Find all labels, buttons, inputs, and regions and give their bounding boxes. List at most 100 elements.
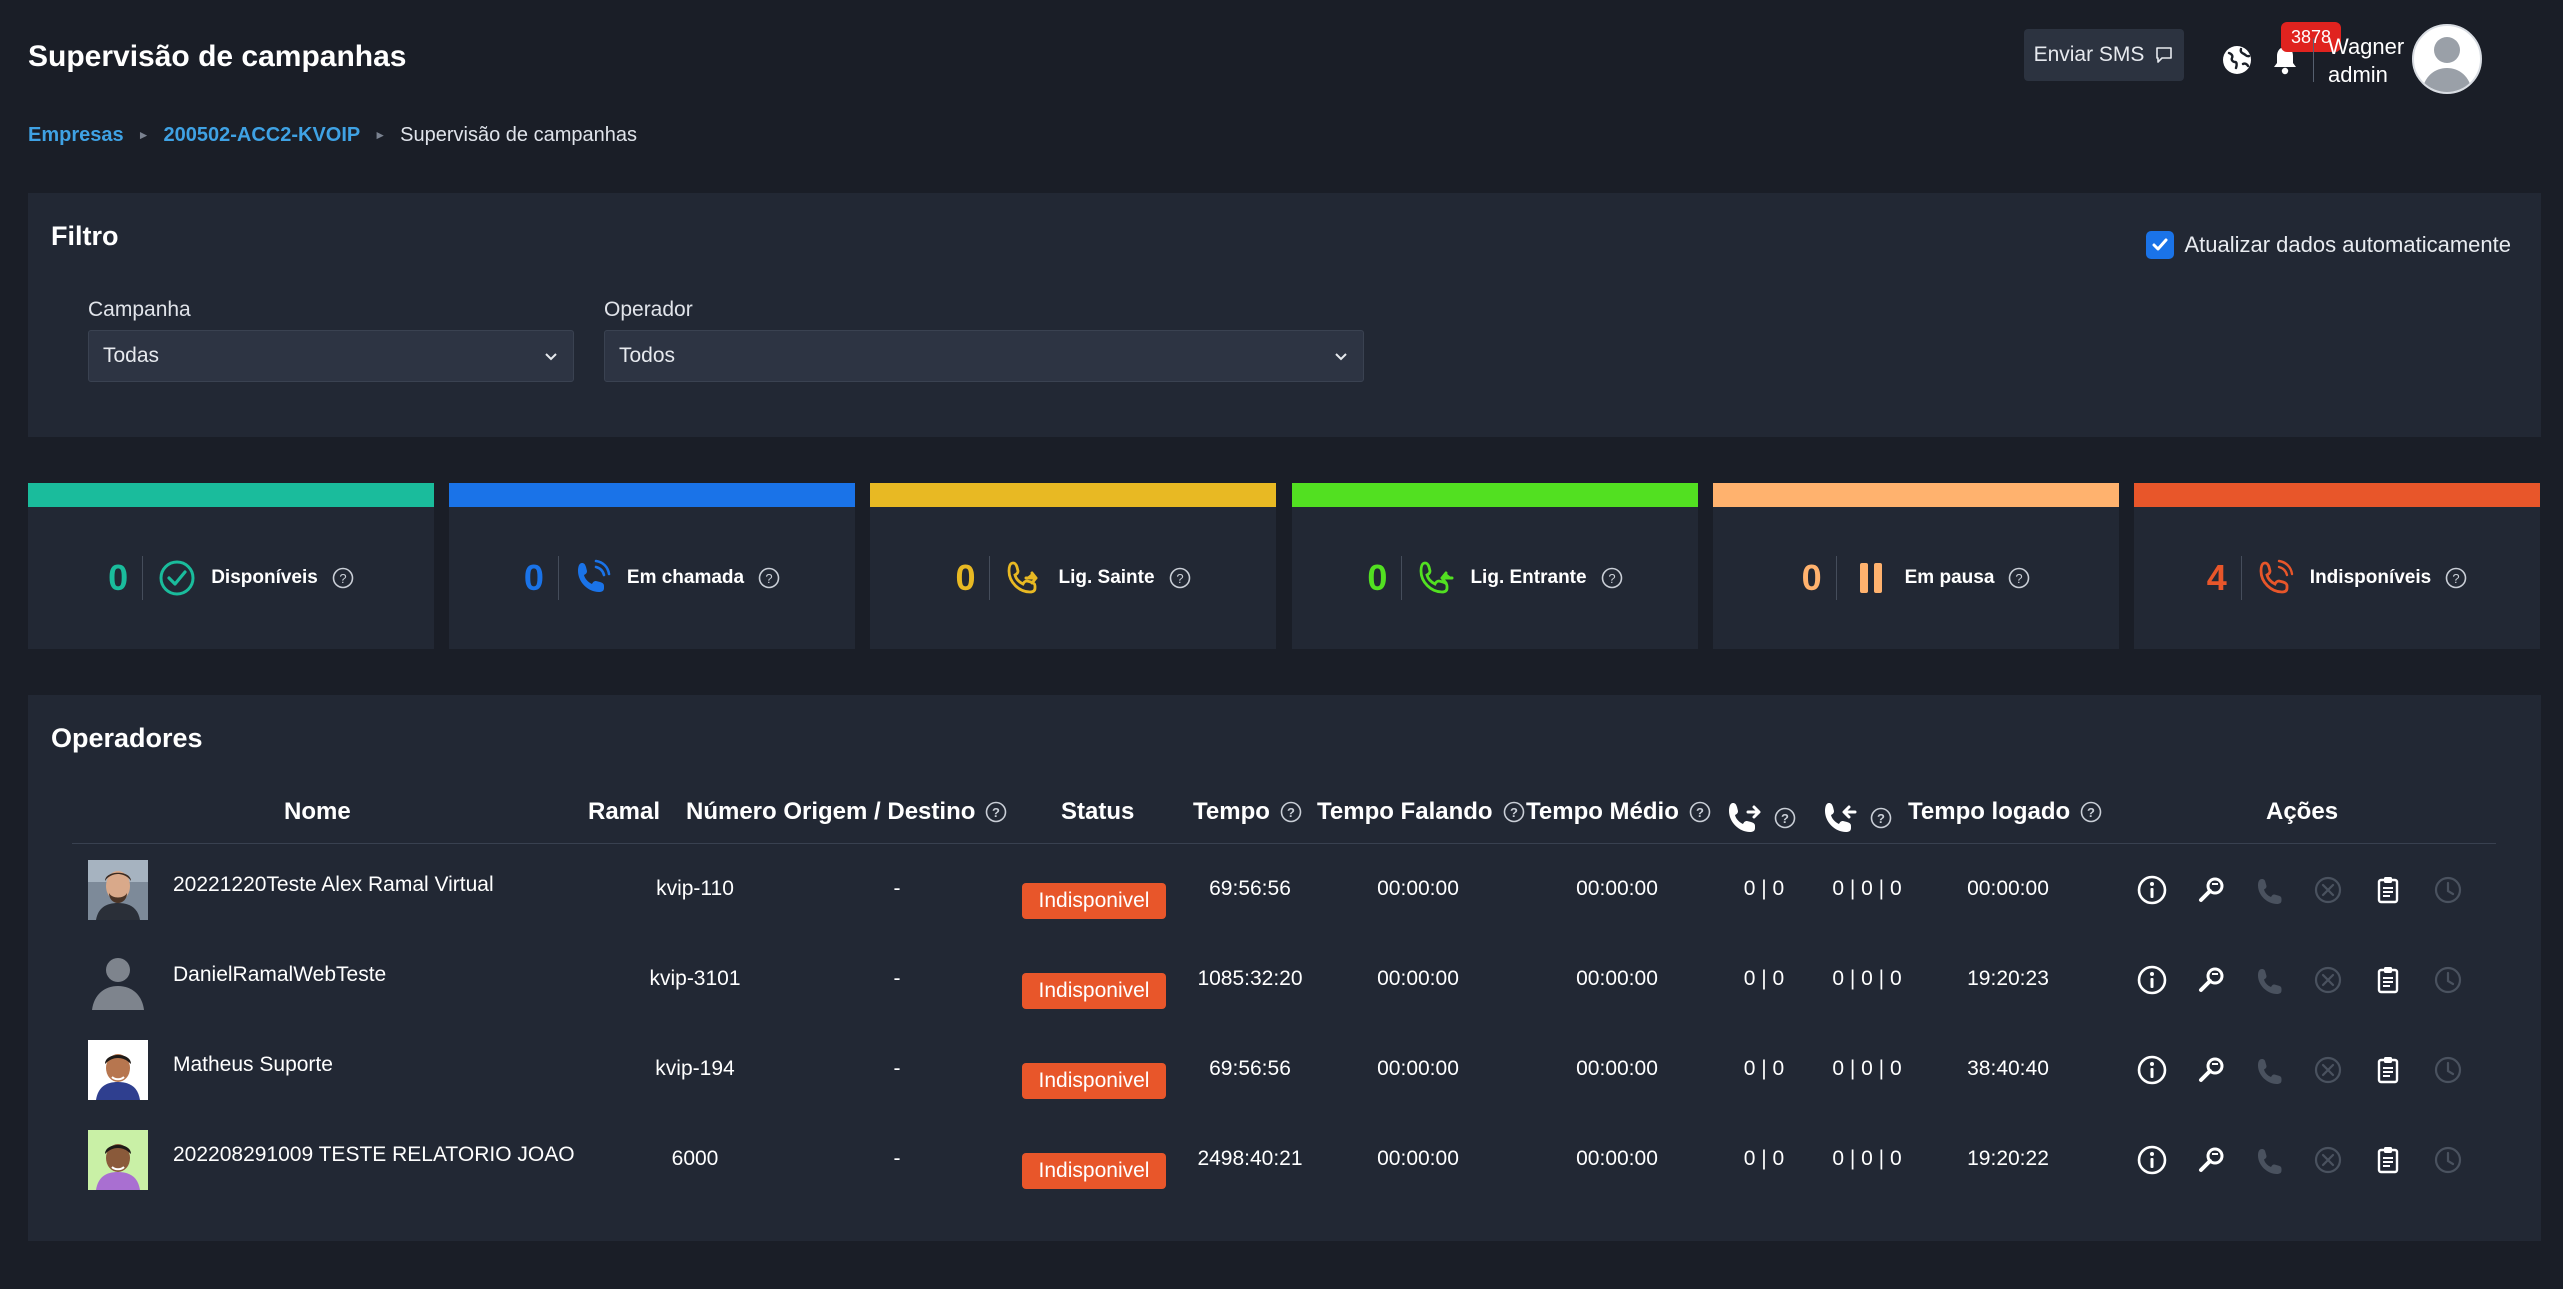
help-icon[interactable]: ? [2008,567,2030,589]
phone-off-icon [2259,559,2293,594]
operator-name: 20221220Teste Alex Ramal Virtual [173,873,494,896]
action-monitor-call-button[interactable] [2196,1054,2228,1086]
auto-update-label: Atualizar dados automaticamente [2184,232,2511,257]
status-card-indisponiveis: 4 Indisponíveis? [2134,483,2540,649]
help-icon[interactable]: ? [1689,801,1711,823]
column-header-avg-time[interactable]: Tempo Médio ? [1526,798,1711,826]
pause-icon [1859,563,1882,593]
table-row[interactable]: Matheus Suporte kvip-194 - Indisponivel 69:5… [72,1026,2496,1116]
column-header-outgoing[interactable]: ? [1724,798,1796,838]
action-clipboard-button[interactable] [2372,1144,2404,1176]
history-clock-icon [2434,1056,2462,1084]
help-icon[interactable]: ? [1280,801,1302,823]
operator-number: - [893,1147,901,1170]
checkmark-icon [2152,238,2168,251]
column-header-number[interactable]: Número Origem / Destino ? [686,798,1007,826]
status-card-body: 0 Em chamada? [449,507,855,649]
phone-call-icon [2258,879,2282,904]
column-header-logged-time[interactable]: Tempo logado ? [1908,798,2102,826]
user-menu[interactable]: Wagner admin [2328,33,2404,89]
status-card-color-bar [1292,483,1698,507]
operator-incoming-count: 0 | 0 | 0 [1832,1147,1902,1170]
column-header-status[interactable]: Status [1061,798,1134,826]
operator-time: 1085:32:20 [1197,967,1303,990]
column-header-talk-time[interactable]: Tempo Falando ? [1317,798,1525,826]
action-hangup-button [2312,874,2344,906]
status-badge: Indisponivel [1022,883,1166,919]
table-row[interactable]: 20221220Teste Alex Ramal Virtual kvip-110… [72,846,2496,936]
breadcrumb-link-empresas[interactable]: Empresas [28,124,124,147]
operator-number: - [893,967,901,990]
action-clipboard-button[interactable] [2372,1054,2404,1086]
status-card-body: 0 Em pausa? [1713,507,2119,649]
auto-update-toggle[interactable]: Atualizar dados automaticamente [2146,231,2511,259]
monitor-call-icon [2199,1147,2224,1172]
action-clipboard-button[interactable] [2372,964,2404,996]
user-role: admin [2328,62,2388,87]
status-card-count: 4 [2206,557,2227,598]
column-header-time[interactable]: Tempo ? [1193,798,1302,826]
auto-update-checkbox[interactable] [2146,231,2175,259]
monitor-call-icon [2199,877,2224,902]
operator-incoming-count: 0 | 0 | 0 [1832,967,1902,990]
action-info-button[interactable] [2136,964,2168,996]
status-card-label: Em chamada [626,567,745,588]
table-header-divider [72,843,2496,844]
user-name: Wagner [2328,34,2405,59]
help-icon[interactable]: ? [2080,801,2102,823]
status-card-disponiveis: 0 Disponíveis? [28,483,434,649]
action-clipboard-button[interactable] [2372,874,2404,906]
help-icon[interactable]: ? [758,567,780,589]
campaign-label: Campanha [88,298,191,321]
action-monitor-call-button[interactable] [2196,964,2228,996]
help-icon[interactable]: ? [2445,567,2467,589]
breadcrumb-link-company[interactable]: 200502-ACC2-KVOIP [164,124,361,147]
operators-title: Operadores [51,723,203,753]
action-info-button[interactable] [2136,1144,2168,1176]
action-info-button[interactable] [2136,874,2168,906]
action-info-button[interactable] [2136,1054,2168,1086]
column-header-time-label: Tempo [1193,798,1270,825]
cartoon-avatar-icon [88,1130,148,1190]
operator-logged-time: 00:00:00 [1967,877,2049,900]
chevron-down-icon [545,353,557,361]
info-icon [2137,1055,2167,1085]
action-monitor-call-button[interactable] [2196,874,2228,906]
monitor-call-icon [2199,1057,2224,1082]
action-phone-call-button [2254,874,2286,906]
status-card-divider [142,556,144,600]
help-icon[interactable]: ? [985,801,1007,823]
status-card-count: 0 [1801,557,1822,598]
status-card-label: Indisponíveis [2309,567,2432,588]
help-icon[interactable]: ? [1169,567,1191,589]
send-sms-button[interactable]: Enviar SMS [2024,29,2184,81]
table-row[interactable]: 202208291009 TESTE RELATORIO JOAO 6000 - In… [72,1116,2496,1206]
operator-select[interactable]: Todos [604,330,1364,382]
help-icon[interactable]: ? [1870,807,1892,829]
action-monitor-call-button[interactable] [2196,1144,2228,1176]
help-icon[interactable]: ? [1774,807,1796,829]
column-header-avg-time-label: Tempo Médio [1526,798,1679,825]
svg-text:?: ? [1287,805,1295,820]
column-header-name[interactable]: Nome [284,798,351,826]
avatar[interactable] [2412,24,2482,94]
cartoon-avatar-icon [88,1040,148,1100]
column-header-incoming[interactable]: ? [1820,798,1892,838]
status-card-icon-wrap [1416,558,1456,598]
help-icon[interactable]: ? [1601,567,1623,589]
status-badge: Indisponivel [1022,973,1166,1009]
help-icon[interactable]: ? [332,567,354,589]
globe-icon[interactable] [2221,44,2253,76]
help-icon[interactable]: ? [1503,801,1525,823]
status-card-divider [1401,556,1403,600]
campaign-select[interactable]: Todas [88,330,574,382]
status-card-lig-entrante: 0 Lig. Entrante? [1292,483,1698,649]
breadcrumb: Empresas ► 200502-ACC2-KVOIP ► Supervisã… [28,120,637,150]
column-header-extension[interactable]: Ramal [588,798,660,826]
operator-number: - [893,877,901,900]
history-clock-icon [2434,1146,2462,1174]
action-phone-call-button [2254,1054,2286,1086]
table-row[interactable]: DanielRamalWebTeste kvip-3101 - Indisponive… [72,936,2496,1026]
status-card-label: Disponíveis [211,567,318,588]
status-card-count: 0 [108,557,129,598]
